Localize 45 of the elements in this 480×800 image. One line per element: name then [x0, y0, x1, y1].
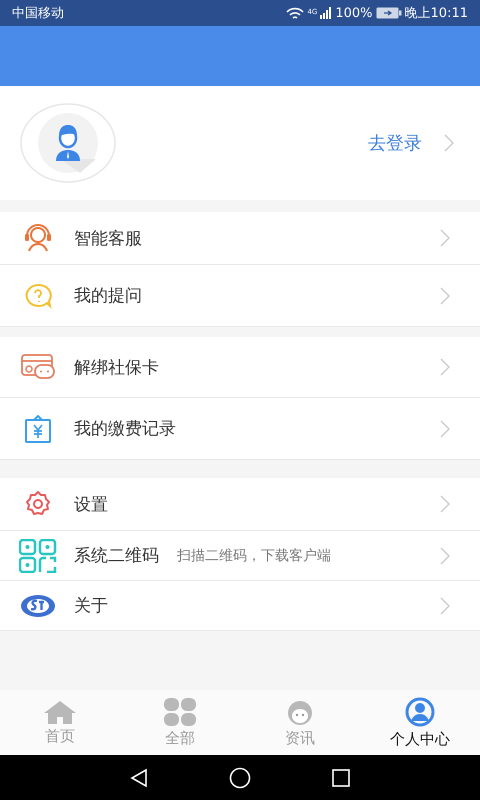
chevron-icon	[444, 134, 454, 152]
headset-icon	[23, 224, 53, 252]
chevron-icon	[440, 229, 450, 247]
back-icon[interactable]	[129, 768, 149, 788]
chevron-icon	[440, 358, 450, 376]
user-icon	[405, 696, 435, 726]
avatar-icon	[20, 103, 116, 183]
login-link[interactable]: 去登录	[368, 131, 422, 155]
chevron-icon	[440, 546, 450, 564]
battery-percent: 100%	[335, 6, 373, 20]
signal-icon	[320, 7, 332, 19]
qr-code-icon	[19, 538, 57, 572]
card-icon	[21, 354, 55, 380]
menu-label: 我的提问	[74, 285, 142, 307]
carrier-name: 中国移动	[12, 5, 64, 22]
menu-item[interactable]: 关于	[0, 581, 480, 631]
chevron-icon	[440, 596, 450, 614]
menu-item[interactable]: 我的缴费记录	[0, 398, 480, 460]
chevron-icon	[440, 286, 450, 304]
grid-icon	[164, 698, 196, 726]
menu-item[interactable]: 设置	[0, 478, 480, 531]
chevron-icon	[440, 420, 450, 438]
chevron-icon	[440, 495, 450, 513]
settings-icon	[24, 490, 52, 518]
tab[interactable]: 个人中心	[360, 690, 480, 755]
menu-label: 系统二维码	[74, 545, 159, 567]
menu-label: 解绑社保卡	[74, 356, 159, 378]
recents-icon[interactable]	[331, 768, 351, 788]
menu-item[interactable]: 我的提问	[0, 265, 480, 327]
menu-label: 关于	[74, 595, 108, 617]
menu-label: 我的缴费记录	[74, 418, 176, 440]
question-bubble-icon	[23, 282, 53, 308]
receipt-icon	[25, 414, 51, 442]
wifi-icon	[286, 6, 304, 20]
home-icon	[43, 700, 77, 724]
menu-label: 智能客服	[74, 228, 142, 250]
menu-label: 设置	[74, 494, 108, 516]
menu-hint: 扫描二维码，下载客户端	[177, 546, 331, 564]
battery-icon	[376, 7, 402, 19]
home-button-icon[interactable]	[229, 766, 251, 788]
emblem-icon	[20, 594, 56, 618]
menu-item[interactable]: 系统二维码 扫描二维码，下载客户端	[0, 531, 480, 581]
menu-item[interactable]: 智能客服	[0, 212, 480, 265]
menu-item[interactable]: 解绑社保卡	[0, 337, 480, 398]
clock: 晚上10:11	[404, 5, 468, 22]
